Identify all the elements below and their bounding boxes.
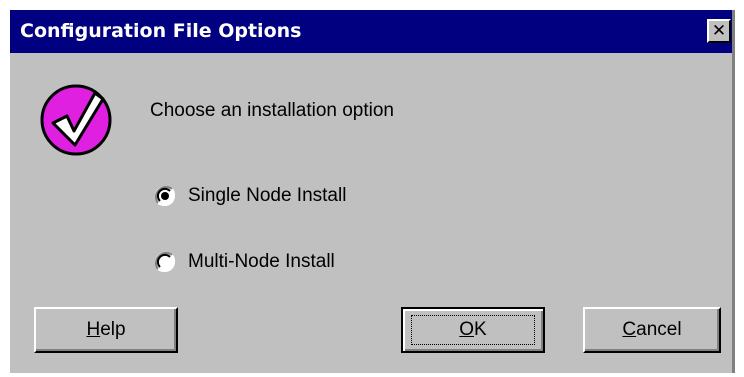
ok-button-label: OK bbox=[459, 319, 487, 340]
cancel-button[interactable]: Cancel bbox=[583, 307, 721, 353]
radio-selected-icon[interactable] bbox=[154, 185, 176, 207]
close-button[interactable]: ✕ bbox=[707, 19, 731, 43]
ok-button[interactable]: OK bbox=[401, 307, 545, 353]
radio-multi-node[interactable]: Multi-Node Install bbox=[150, 251, 335, 273]
window-title: Configuration File Options bbox=[20, 20, 302, 42]
configuration-dialog: Configuration File Options ✕ Choose an i… bbox=[10, 10, 732, 373]
ok-focus-ring: OK bbox=[411, 315, 535, 345]
cancel-button-label: Cancel bbox=[622, 319, 682, 340]
radio-single-node[interactable]: Single Node Install bbox=[150, 185, 346, 207]
radio-unselected-icon[interactable] bbox=[154, 251, 176, 273]
close-icon: ✕ bbox=[711, 20, 727, 41]
radio-single-node-label: Single Node Install bbox=[188, 185, 347, 206]
help-button[interactable]: Help bbox=[34, 307, 178, 353]
help-button-label: Help bbox=[86, 319, 126, 340]
radio-multi-node-label: Multi-Node Install bbox=[188, 251, 335, 272]
checkmark-icon bbox=[40, 84, 112, 156]
prompt-text: Choose an installation option bbox=[150, 100, 395, 121]
title-bar[interactable]: Configuration File Options ✕ bbox=[10, 10, 732, 53]
window-edge bbox=[732, 10, 735, 373]
